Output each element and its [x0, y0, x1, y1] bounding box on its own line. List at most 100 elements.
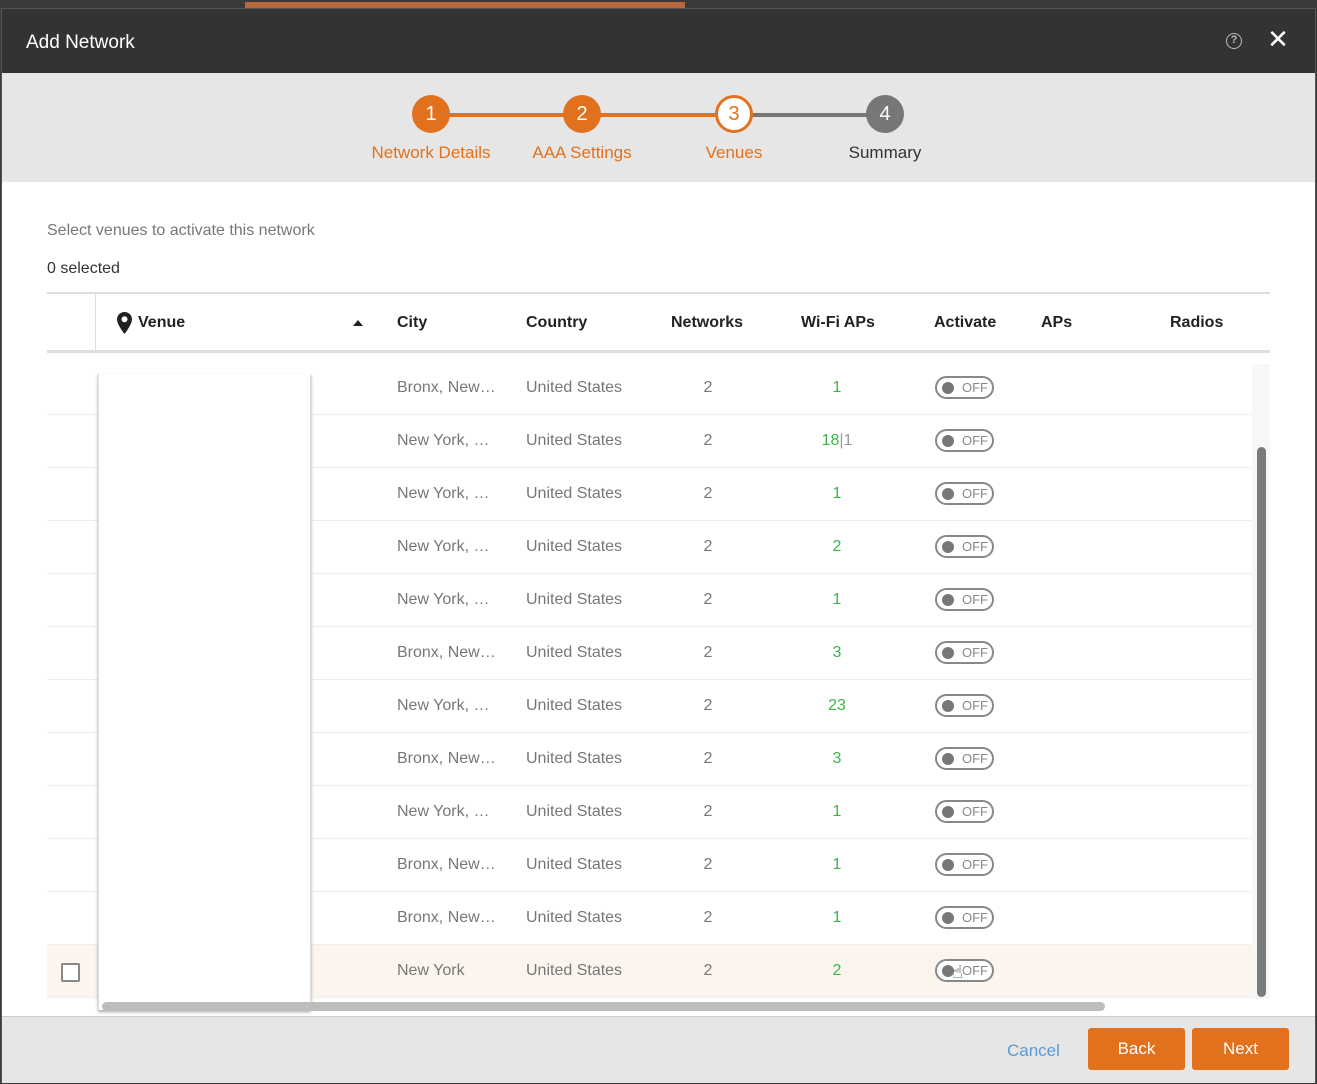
step-label: Summary	[848, 143, 922, 162]
wifi-aps-count: 1	[832, 803, 842, 820]
horizontal-scrollbar-thumb[interactable]	[102, 1002, 1105, 1011]
wifi-aps-count: 23	[828, 697, 846, 714]
cell-country: United States	[526, 538, 623, 555]
toggle-knob	[942, 382, 954, 394]
step-label: Network Details	[371, 143, 491, 162]
step-label: Venues	[705, 143, 763, 162]
cell-country: United States	[526, 803, 623, 820]
cell-city: New York, …	[397, 697, 490, 714]
venues-content: Select venues to activate this network 0…	[2, 182, 1315, 1016]
next-button[interactable]: Next	[1192, 1028, 1289, 1070]
wifi-aps-extra: 1	[843, 432, 853, 449]
toggle-knob	[942, 435, 954, 447]
cell-networks: 2	[703, 644, 713, 661]
cell-networks: 2	[703, 803, 713, 820]
column-header-city[interactable]: City	[397, 314, 427, 332]
add-network-dialog: Add Network ? ✕ 1 Network Details 2 AAA …	[1, 8, 1316, 1083]
cell-country: United States	[526, 697, 623, 714]
toggle-knob	[942, 541, 954, 553]
wifi-aps-count: 1	[832, 379, 842, 396]
toggle-state: OFF	[962, 592, 988, 607]
step-aaa-settings[interactable]: 2 AAA Settings	[512, 95, 652, 163]
step-number: 2	[563, 95, 601, 133]
cell-networks: 2	[703, 379, 713, 396]
wifi-aps-count: 1	[832, 909, 842, 926]
step-venues[interactable]: 3 Venues	[664, 95, 804, 163]
hand-cursor-icon: ☝	[952, 962, 963, 982]
cell-city: New York, …	[397, 538, 490, 555]
toggle-knob	[942, 594, 954, 606]
cell-country: United States	[526, 909, 623, 926]
step-number: 1	[412, 95, 450, 133]
row-select-checkbox[interactable]	[61, 963, 80, 982]
cell-wifi-aps: 3	[807, 644, 867, 662]
cell-country: United States	[526, 379, 623, 396]
activate-toggle[interactable]: OFF	[935, 535, 994, 558]
activate-toggle[interactable]: OFF	[935, 641, 994, 664]
map-pin-icon	[117, 312, 132, 334]
cell-networks: 2	[703, 538, 713, 555]
toggle-state: OFF	[962, 486, 988, 501]
activate-toggle[interactable]: OFF	[935, 376, 994, 399]
back-button[interactable]: Back	[1088, 1028, 1185, 1070]
toggle-knob	[942, 753, 954, 765]
dialog-title: Add Network	[26, 32, 135, 53]
vertical-scrollbar-thumb[interactable]	[1257, 447, 1266, 997]
toggle-knob	[942, 488, 954, 500]
cancel-button[interactable]: Cancel	[1007, 1041, 1060, 1061]
wifi-aps-count: 2	[832, 962, 842, 979]
close-icon[interactable]: ✕	[1266, 26, 1290, 52]
cell-country: United States	[526, 856, 623, 873]
toggle-knob	[942, 700, 954, 712]
activate-toggle[interactable]: OFF	[935, 906, 994, 929]
activate-toggle[interactable]: OFF	[935, 800, 994, 823]
venues-table: Venue City Country Networks Wi-Fi APs Ac…	[47, 292, 1270, 1012]
column-header-networks[interactable]: Networks	[671, 314, 743, 332]
wifi-aps-count: 1	[832, 856, 842, 873]
dialog-footer: Cancel Back Next	[2, 1016, 1315, 1083]
cell-networks: 2	[703, 962, 713, 979]
selected-count: 0 selected	[47, 260, 120, 277]
wifi-aps-count: 18	[821, 432, 840, 449]
toggle-knob	[942, 859, 954, 871]
cell-city: New York, …	[397, 432, 490, 449]
toggle-state: OFF	[962, 539, 988, 554]
column-header-wifi-aps[interactable]: Wi-Fi APs	[801, 314, 875, 332]
cell-city: New York, …	[397, 485, 490, 502]
column-header-activate[interactable]: Activate	[934, 314, 996, 332]
help-icon[interactable]: ?	[1226, 33, 1242, 49]
activate-toggle[interactable]: OFF	[935, 482, 994, 505]
dialog-titlebar: Add Network ? ✕	[2, 9, 1315, 73]
activate-toggle[interactable]: OFF	[935, 853, 994, 876]
column-header-country[interactable]: Country	[526, 314, 587, 332]
sort-ascending-icon[interactable]	[353, 320, 363, 326]
wifi-aps-count: 1	[832, 591, 842, 608]
column-header-venue[interactable]: Venue	[138, 314, 185, 332]
cell-networks: 2	[703, 856, 713, 873]
column-header-aps[interactable]: APs	[1041, 314, 1072, 332]
cell-wifi-aps: 1	[807, 485, 867, 503]
activate-toggle[interactable]: OFF	[935, 694, 994, 717]
cell-country: United States	[526, 485, 623, 502]
cell-networks: 2	[703, 750, 713, 767]
venue-column-overlay	[98, 374, 311, 1010]
activate-toggle[interactable]: OFF	[935, 429, 994, 452]
cell-city: New York	[397, 962, 465, 979]
toggle-knob	[942, 912, 954, 924]
cell-wifi-aps: 1	[807, 591, 867, 609]
column-header-radios[interactable]: Radios	[1170, 314, 1223, 332]
cell-wifi-aps: 1	[807, 803, 867, 821]
cell-country: United States	[526, 750, 623, 767]
activate-toggle[interactable]: OFF	[935, 747, 994, 770]
cell-wifi-aps: 2	[807, 538, 867, 556]
cell-country: United States	[526, 591, 623, 608]
toggle-knob	[942, 647, 954, 659]
step-label: AAA Settings	[532, 143, 632, 162]
activate-toggle[interactable]: OFF	[935, 588, 994, 611]
step-network-details[interactable]: 1 Network Details	[361, 95, 501, 163]
cell-city: New York, …	[397, 591, 490, 608]
toggle-state: OFF	[962, 645, 988, 660]
cell-wifi-aps: 2	[807, 962, 867, 980]
cell-networks: 2	[703, 909, 713, 926]
cell-networks: 2	[703, 697, 713, 714]
